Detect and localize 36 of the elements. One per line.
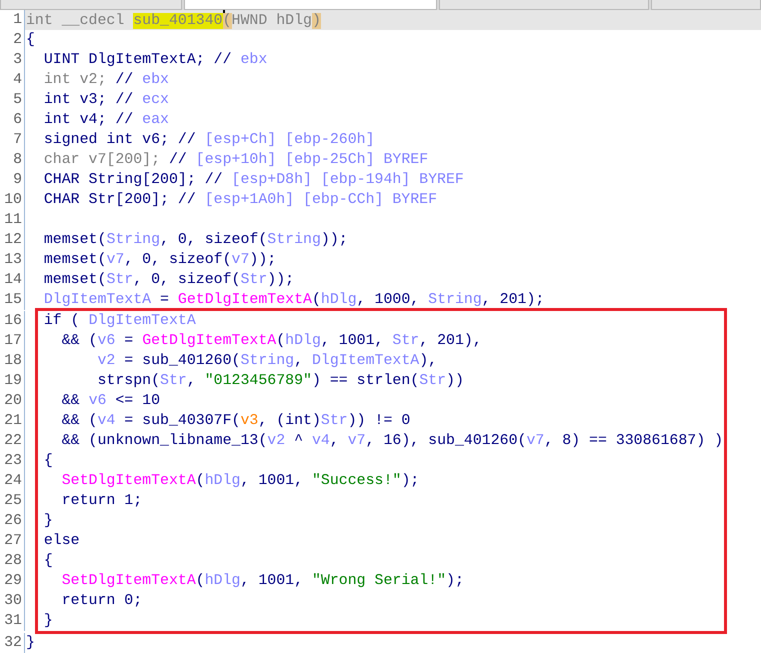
code-line: && v6 <= 10: [60, 392, 160, 411]
code-line: if ( DlgItemTextA: [42, 312, 196, 331]
code-line: signed int v6; // [esp+Ch] [ebp-260h]: [42, 131, 374, 150]
code-line: SetDlgItemTextA(hDlg, 1001, "Success!");: [60, 472, 420, 491]
line-number: 1: [0, 10, 25, 30]
code-line: strspn(Str, "0123456789") == strlen(Str)): [96, 372, 464, 391]
code-line: && (unknown_libname_13(v2 ^ v4, v7, 16), sub_401260(v7, 8) == 330861687) ): [60, 432, 724, 451]
code-line: }: [25, 634, 35, 653]
tab[interactable]: [651, 0, 761, 10]
code-line: int v4; // eax: [42, 111, 169, 130]
code-line: && (v4 = sub_40307F(v3, (int)Str)) != 0: [60, 412, 410, 431]
code-line: return 0;: [60, 592, 142, 611]
code-line: UINT DlgItemTextA; // ebx: [42, 51, 268, 70]
code-line: memset(Str, 0, sizeof(Str));: [42, 271, 294, 290]
code-line: {: [42, 552, 53, 571]
code-line: v2 = sub_401260(String, DlgItemTextA),: [96, 352, 438, 371]
code-line: memset(String, 0, sizeof(String));: [42, 231, 348, 250]
code-line: char v7[200]; // [esp+10h] [ebp-25Ch] BYREF: [42, 151, 428, 170]
code-line: memset(v7, 0, sizeof(v7));: [42, 251, 276, 270]
code-line: CHAR String[200]; // [esp+D8h] [ebp-194h] BYREF: [42, 171, 464, 190]
code-line: DlgItemTextA = GetDlgItemTextA(hDlg, 1000, String, 201);: [42, 291, 544, 310]
code-line: return 1;: [60, 492, 142, 511]
code-line: int __cdecl sub_401340(HWND hDlg): [25, 10, 321, 30]
code-line: {: [25, 31, 35, 50]
code-line: }: [42, 612, 53, 631]
code-line: && (v6 = GetDlgItemTextA(hDlg, 1001, Str, 201),: [60, 332, 482, 351]
code-line: }: [42, 512, 53, 531]
tab[interactable]: [184, 0, 437, 10]
code-line: CHAR Str[200]; // [esp+1A0h] [ebp-CCh] BYREF: [42, 191, 438, 210]
code-line: SetDlgItemTextA(hDlg, 1001, "Wrong Serial!");: [60, 572, 464, 591]
code-line: else: [42, 532, 80, 551]
code-line: {: [42, 452, 53, 471]
tab[interactable]: [439, 0, 649, 10]
tab[interactable]: [0, 0, 182, 10]
code-line: int v2; // ebx: [42, 71, 169, 90]
code-line: int v3; // ecx: [42, 91, 169, 110]
